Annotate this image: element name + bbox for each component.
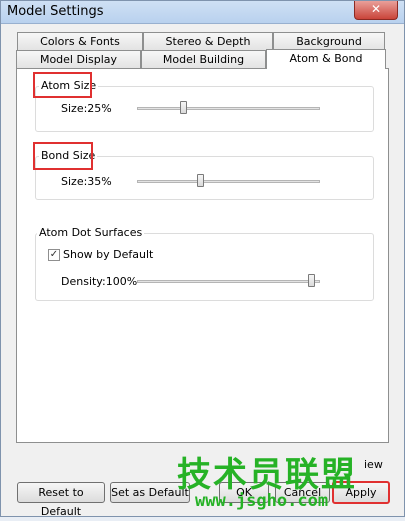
cancel-button[interactable]: Cancel <box>275 482 330 503</box>
tab-label: Colors & Fonts <box>40 35 120 48</box>
bond-size-slider-track[interactable] <box>137 180 320 183</box>
tab-atom-bond[interactable]: Atom & Bond <box>266 49 386 69</box>
close-button[interactable]: ✕ <box>354 1 398 20</box>
ok-label: OK <box>236 486 252 499</box>
apply-label: Apply <box>345 486 377 499</box>
partial-label: iew <box>364 458 383 471</box>
atom-size-slider-thumb[interactable] <box>179 101 187 114</box>
ok-button[interactable]: OK <box>219 482 269 503</box>
apply-button[interactable]: Apply <box>332 481 390 504</box>
atom-dot-title: Atom Dot Surfaces <box>37 226 145 239</box>
set-default-label: Set as Default <box>111 486 189 499</box>
tab-label: Model Building <box>162 53 245 66</box>
density-slider-thumb[interactable] <box>308 274 315 287</box>
atom-size-highlight <box>33 72 92 98</box>
set-as-default-button[interactable]: Set as Default <box>110 482 190 503</box>
tab-model-building[interactable]: Model Building <box>141 50 266 68</box>
atom-dot-group <box>35 233 374 301</box>
density-label: Density:100% <box>61 275 138 288</box>
atom-size-slider-track[interactable] <box>137 107 320 110</box>
tab-background[interactable]: Background <box>273 32 385 50</box>
tab-label: Stereo & Depth <box>165 35 251 48</box>
tab-colors-fonts[interactable]: Colors & Fonts <box>17 32 143 50</box>
tab-model-display[interactable]: Model Display <box>16 50 141 68</box>
cancel-label: Cancel <box>283 486 322 499</box>
show-by-default-label: Show by Default <box>63 248 154 261</box>
tab-label: Atom & Bond <box>289 52 363 65</box>
bond-size-label: Size:35% <box>61 175 112 188</box>
window-title: Model Settings <box>7 4 104 19</box>
check-icon: ✓ <box>49 249 59 260</box>
density-slider-track[interactable] <box>137 280 320 283</box>
atom-bond-panel: Atom Size Size:25% Bond Size Size:35% At… <box>16 68 389 443</box>
tab-stereo-depth[interactable]: Stereo & Depth <box>143 32 273 50</box>
bond-size-highlight <box>33 142 93 170</box>
title-bar: Model Settings ✕ <box>1 1 404 24</box>
close-icon: ✕ <box>370 2 382 16</box>
tab-label: Model Display <box>39 53 118 66</box>
show-by-default-checkbox[interactable]: ✓ <box>48 249 60 261</box>
atom-size-label: Size:25% <box>61 102 112 115</box>
model-settings-window: Model Settings ✕ Colors & Fonts Stereo &… <box>0 0 405 518</box>
tab-label: Background <box>296 35 362 48</box>
bond-size-slider-thumb[interactable] <box>196 174 204 187</box>
reset-label: Reset to Default <box>38 486 84 518</box>
reset-to-default-button[interactable]: Reset to Default <box>17 482 105 518</box>
